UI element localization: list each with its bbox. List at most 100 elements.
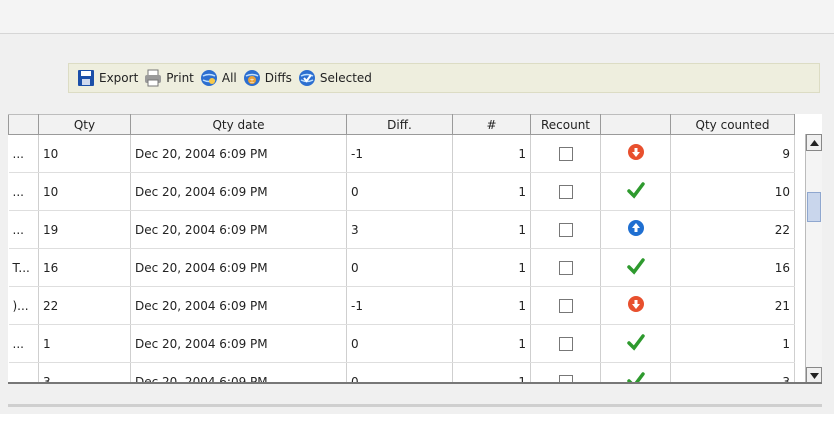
- column-header-qty[interactable]: Qty: [38, 114, 131, 135]
- cell-recount: [530, 134, 601, 173]
- checkmark-icon: [626, 258, 645, 275]
- cell-name: T...: [8, 248, 39, 287]
- selected-label: Selected: [319, 71, 372, 85]
- cell-status: [600, 172, 671, 211]
- printer-icon: [144, 69, 162, 87]
- scrollbar-thumb[interactable]: [807, 192, 821, 222]
- cell-number: 1: [452, 134, 531, 173]
- cell-qty: 10: [38, 134, 131, 173]
- scroll-down-button[interactable]: [806, 367, 822, 382]
- inventory-grid: Qty Qty date Diff. # Recount Qty counted…: [8, 114, 822, 384]
- cell-diff: -1: [346, 286, 453, 325]
- grid-toolbar: Export Print All ± Diffs Selected: [68, 63, 820, 93]
- cell-recount: [530, 248, 601, 287]
- column-header-qty-counted[interactable]: Qty counted: [670, 114, 795, 135]
- cell-number: 1: [452, 324, 531, 363]
- recount-checkbox[interactable]: [558, 184, 573, 199]
- globe-selected-icon: [298, 69, 316, 87]
- column-header-recount[interactable]: Recount: [530, 114, 601, 135]
- up-arrow-circle-icon: [627, 220, 644, 236]
- table-row[interactable]: ... 1 Dec 20, 2004 6:09 PM 0 1 1: [8, 324, 795, 363]
- cell-qty-date: Dec 20, 2004 6:09 PM: [130, 134, 347, 173]
- cell-number: 1: [452, 210, 531, 249]
- selected-button[interactable]: Selected: [298, 69, 372, 87]
- cell-recount: [530, 286, 601, 325]
- cell-qty: 22: [38, 286, 131, 325]
- cell-qty-counted: 10: [670, 172, 795, 211]
- vertical-scrollbar[interactable]: [805, 134, 822, 382]
- column-header-status[interactable]: [600, 114, 671, 135]
- table-row[interactable]: ... 10 Dec 20, 2004 6:09 PM -1 1 9: [8, 134, 795, 173]
- print-label: Print: [166, 71, 194, 85]
- diffs-label: Diffs: [264, 71, 292, 85]
- table-row[interactable]: ... 10 Dec 20, 2004 6:09 PM 0 1 10: [8, 172, 795, 211]
- cell-qty-counted: 9: [670, 134, 795, 173]
- cell-recount: [530, 172, 601, 211]
- recount-checkbox[interactable]: [558, 336, 573, 351]
- cell-qty-date: Dec 20, 2004 6:09 PM: [130, 210, 347, 249]
- table-row[interactable]: ... 3 Dec 20, 2004 6:09 PM 0 1 3: [8, 362, 795, 382]
- cell-number: 1: [452, 362, 531, 382]
- all-button[interactable]: All: [200, 69, 237, 87]
- cell-diff: 0: [346, 362, 453, 382]
- export-label: Export: [99, 71, 139, 85]
- cell-recount: [530, 324, 601, 363]
- column-header-number[interactable]: #: [452, 114, 531, 135]
- cell-qty-date: Dec 20, 2004 6:09 PM: [130, 362, 347, 382]
- column-header-name[interactable]: [8, 114, 39, 135]
- checkmark-icon: [626, 372, 645, 382]
- export-button[interactable]: Export: [77, 69, 138, 87]
- cell-qty-counted: 3: [670, 362, 795, 382]
- checkmark-icon: [626, 334, 645, 351]
- down-arrow-circle-icon: [627, 144, 644, 160]
- cell-recount: [530, 210, 601, 249]
- cell-qty-date: Dec 20, 2004 6:09 PM: [130, 248, 347, 287]
- recount-checkbox[interactable]: [558, 222, 573, 237]
- recount-checkbox[interactable]: [558, 146, 573, 161]
- cell-qty: 1: [38, 324, 131, 363]
- column-header-qty-date[interactable]: Qty date: [130, 114, 347, 135]
- footer-divider: [8, 404, 822, 407]
- column-header-diff[interactable]: Diff.: [346, 114, 453, 135]
- diffs-button[interactable]: ± Diffs: [243, 69, 292, 87]
- cell-qty-date: Dec 20, 2004 6:09 PM: [130, 172, 347, 211]
- cell-qty-counted: 22: [670, 210, 795, 249]
- cell-diff: -1: [346, 134, 453, 173]
- table-row[interactable]: ... 19 Dec 20, 2004 6:09 PM 3 1 22: [8, 210, 795, 249]
- cell-qty-counted: 16: [670, 248, 795, 287]
- cell-diff: 0: [346, 172, 453, 211]
- all-label: All: [221, 71, 237, 85]
- checkmark-icon: [626, 182, 645, 199]
- table-row[interactable]: )... 22 Dec 20, 2004 6:09 PM -1 1 21: [8, 286, 795, 325]
- inventory-table: Qty Qty date Diff. # Recount Qty counted…: [8, 114, 795, 382]
- scroll-down-arrow-icon: [809, 372, 819, 379]
- cell-status: [600, 362, 671, 382]
- scroll-up-button[interactable]: [806, 134, 822, 151]
- recount-checkbox[interactable]: [558, 260, 573, 275]
- window-top-bar: [0, 0, 834, 34]
- recount-checkbox[interactable]: [558, 374, 573, 382]
- cell-status: [600, 324, 671, 363]
- cell-qty: 16: [38, 248, 131, 287]
- cell-name: ...: [8, 172, 39, 211]
- cell-name: ...: [8, 210, 39, 249]
- cell-name: ...: [8, 362, 39, 382]
- cell-number: 1: [452, 248, 531, 287]
- down-arrow-circle-icon: [627, 296, 644, 312]
- cell-diff: 0: [346, 324, 453, 363]
- cell-status: [600, 134, 671, 173]
- table-row[interactable]: T... 16 Dec 20, 2004 6:09 PM 0 1 16: [8, 248, 795, 287]
- cell-diff: 0: [346, 248, 453, 287]
- cell-name: ...: [8, 324, 39, 363]
- recount-checkbox[interactable]: [558, 298, 573, 313]
- cell-qty: 19: [38, 210, 131, 249]
- print-button[interactable]: Print: [144, 69, 194, 87]
- scroll-up-arrow-icon: [809, 139, 819, 146]
- cell-qty: 3: [38, 362, 131, 382]
- globe-icon: [200, 69, 218, 87]
- table-header-row: Qty Qty date Diff. # Recount Qty counted: [8, 114, 795, 135]
- cell-number: 1: [452, 286, 531, 325]
- svg-text:±: ±: [249, 78, 254, 85]
- floppy-disk-icon: [77, 69, 95, 87]
- cell-number: 1: [452, 172, 531, 211]
